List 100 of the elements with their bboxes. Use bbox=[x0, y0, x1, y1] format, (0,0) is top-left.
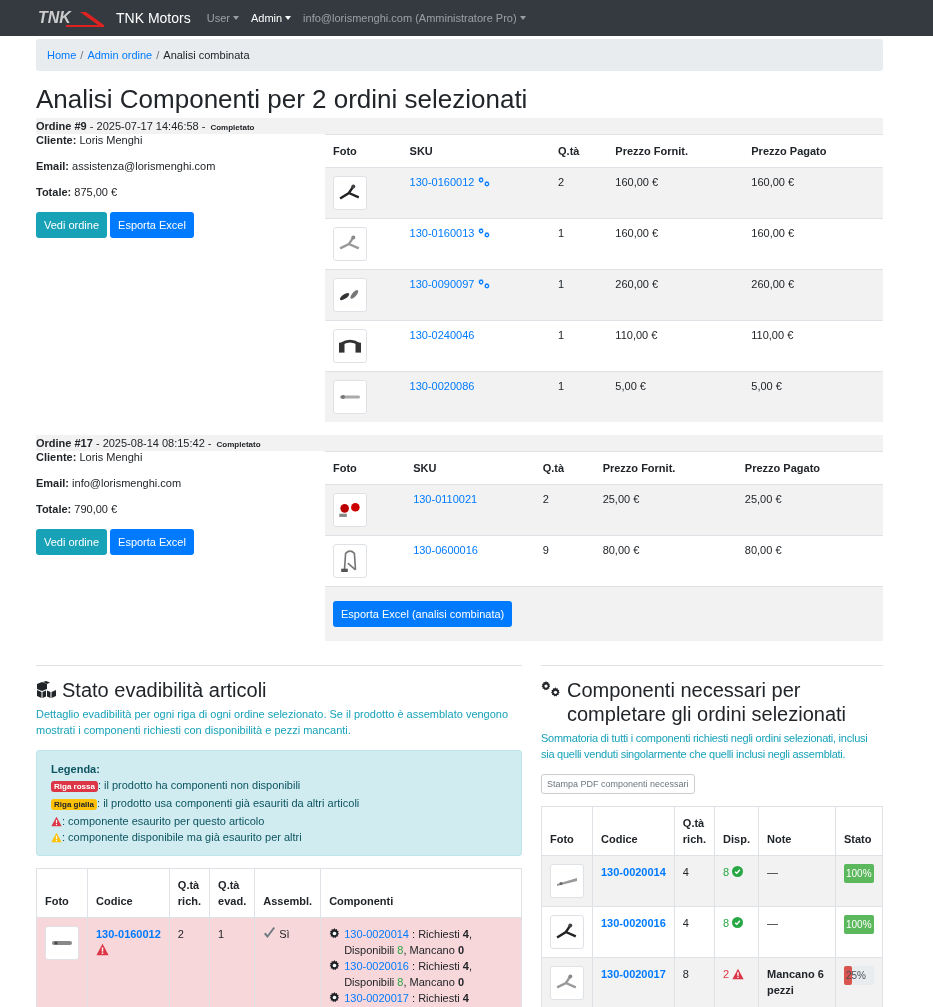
table-cell: Sì bbox=[279, 928, 290, 940]
component-link[interactable]: 130-0020016 bbox=[344, 960, 409, 972]
print-pdf-button[interactable]: Stampa PDF componenti necessari bbox=[541, 774, 695, 794]
brand-name[interactable]: TNK Motors bbox=[116, 10, 191, 26]
component-code-link[interactable]: 130-0020016 bbox=[601, 917, 666, 929]
table-cell: 80,00 € bbox=[602, 544, 640, 556]
order-field: Cliente: Loris Menghi bbox=[36, 134, 325, 147]
legend-badge: Riga rossa bbox=[51, 781, 98, 792]
table-cell: 4 bbox=[682, 866, 689, 878]
column-header: Disp. bbox=[714, 806, 759, 856]
breadcrumb-link[interactable]: Admin ordine bbox=[87, 49, 153, 61]
column-header: Codice bbox=[87, 868, 170, 918]
section-description: Dettaglio evadibilità per ogni riga di ogni ordine selezionato. Se il prodotto è assemblato vengono mostrati i componenti richiesti con disponibilità e pezzi mancanti. bbox=[36, 707, 510, 738]
table-cell: 160,00 € bbox=[615, 176, 659, 188]
view-order-button[interactable]: Vedi ordine bbox=[36, 212, 108, 238]
warning-icon bbox=[732, 968, 745, 980]
export-button[interactable]: Esporta Excel bbox=[110, 529, 194, 555]
component-detail: 130-0020016 : Richiesti 4, Disponibili 8, Mancano 0 bbox=[344, 959, 473, 990]
table-cell: 25,00 € bbox=[744, 493, 782, 505]
table-cell: 9 bbox=[542, 544, 549, 556]
sku-link[interactable]: 130-0160012 bbox=[409, 176, 475, 188]
component-code-link[interactable]: 130-0020017 bbox=[601, 968, 666, 980]
nav-menu[interactable]: Admin bbox=[250, 12, 292, 24]
column-header: Foto bbox=[325, 134, 402, 168]
note-text: — bbox=[767, 866, 778, 878]
column-header: Prezzo Pagato bbox=[736, 451, 883, 485]
table-cell: 110,00 € bbox=[751, 329, 794, 341]
column-header: SKU bbox=[401, 134, 551, 168]
column-header: Foto bbox=[541, 806, 593, 856]
component-link[interactable]: 130-0020017 bbox=[344, 992, 409, 1004]
order-header: Ordine #17 - 2025-08-14 08:15:42 - Completato bbox=[36, 435, 883, 451]
column-header: Q.tà bbox=[534, 451, 595, 485]
legend-title: Legenda: bbox=[51, 762, 101, 777]
available-count: 8 bbox=[723, 866, 730, 878]
component-code-link[interactable]: 130-0020014 bbox=[601, 866, 666, 878]
combined-export-button[interactable]: Esporta Excel (analisi combinata) bbox=[333, 601, 513, 627]
table-cell: 260,00 € bbox=[751, 278, 795, 290]
section-title: Stato evadibilità articoli bbox=[62, 678, 267, 702]
component-link[interactable]: 130-0020014 bbox=[344, 928, 409, 940]
table-cell: 160,00 € bbox=[751, 176, 795, 188]
page-title: Analisi Componenti per 2 ordini selezionati bbox=[36, 83, 529, 115]
legend-badge: Riga gialla bbox=[51, 799, 97, 810]
sku-link[interactable]: 130-0600016 bbox=[413, 544, 478, 556]
column-header: Q.tà rich. bbox=[169, 868, 210, 918]
note-text: — bbox=[767, 917, 778, 929]
progress-label: 100% bbox=[846, 918, 872, 931]
sku-link[interactable]: 130-0240046 bbox=[409, 329, 475, 341]
gear-icon bbox=[329, 992, 341, 1003]
table-cell: 80,00 € bbox=[744, 544, 782, 556]
sku-link[interactable]: 130-0160013 bbox=[409, 227, 475, 239]
table-cell: 160,00 € bbox=[615, 227, 659, 239]
column-header: Foto bbox=[325, 451, 406, 485]
table-cell: 260,00 € bbox=[615, 278, 659, 290]
section-description: Sommatoria di tutti i componenti richiesti negli ordini selezionati, inclusi sia quelli venduti singolarmente che quelli inclusi negli assemblati. bbox=[541, 731, 869, 762]
logo[interactable]: TNK bbox=[36, 8, 104, 28]
table-cell: 1 bbox=[218, 928, 225, 940]
table-cell: 1 bbox=[558, 380, 565, 392]
warning-icon bbox=[51, 816, 62, 827]
legend-text: : il prodotto ha componenti non disponibili bbox=[97, 779, 301, 791]
legend-text: : componente esaurito per questo articolo bbox=[62, 815, 265, 827]
column-header: Note bbox=[758, 806, 836, 856]
table-cell: 1 bbox=[558, 227, 565, 239]
column-header: Componenti bbox=[320, 868, 522, 918]
table-cell: 8 bbox=[682, 968, 689, 980]
column-header: Foto bbox=[36, 868, 88, 918]
view-order-button[interactable]: Vedi ordine bbox=[36, 529, 108, 555]
progress-label: 100% bbox=[846, 867, 872, 880]
order-field: Totale: 790,00 € bbox=[36, 503, 325, 516]
table-cell: 1 bbox=[558, 278, 565, 290]
order-field: Totale: 875,00 € bbox=[36, 186, 325, 199]
breadcrumb-current: Analisi combinata bbox=[163, 49, 250, 61]
table-cell: 5,00 € bbox=[751, 380, 782, 392]
gear-icon bbox=[329, 928, 341, 939]
export-button[interactable]: Esporta Excel bbox=[110, 212, 194, 238]
order-field: Cliente: Loris Menghi bbox=[36, 451, 325, 464]
table-cell: 2 bbox=[558, 176, 565, 188]
nav-menu[interactable]: User bbox=[206, 12, 239, 24]
breadcrumb-separator: / bbox=[156, 49, 160, 61]
sku-link[interactable]: 130-0020086 bbox=[409, 380, 475, 392]
table-cell: 110,00 € bbox=[615, 329, 658, 341]
sku-link[interactable]: 130-0090097 bbox=[409, 278, 475, 290]
legend-text: : componente disponibile ma già esaurito per altri bbox=[62, 831, 302, 843]
table-cell: 1 bbox=[558, 329, 565, 341]
column-header: Q.tà rich. bbox=[674, 806, 715, 856]
breadcrumb-link[interactable]: Home bbox=[47, 49, 77, 61]
note-text: Mancano 6 pezzi bbox=[767, 968, 824, 996]
column-header: Prezzo Pagato bbox=[743, 134, 883, 168]
sku-link[interactable]: 130-0110021 bbox=[413, 493, 478, 505]
table-cell: 160,00 € bbox=[751, 227, 795, 239]
order-header: Ordine #9 - 2025-07-17 14:46:58 - Completato bbox=[36, 118, 883, 134]
component-detail: 130-0020014 : Richiesti 4, Disponibili 8, Mancano 0 bbox=[344, 927, 473, 958]
gears-icon bbox=[541, 681, 562, 698]
column-header: Prezzo Fornit. bbox=[594, 451, 737, 485]
column-header: Codice bbox=[592, 806, 675, 856]
table-cell: 5,00 € bbox=[615, 380, 646, 392]
product-code-link[interactable]: 130-0160012 bbox=[96, 928, 161, 940]
column-header: SKU bbox=[405, 451, 535, 485]
legend-text: : il prodotto usa componenti già esauriti da altri articoli bbox=[97, 797, 360, 809]
nav-menu[interactable]: info@lorismenghi.com (Amministratore Pro) bbox=[303, 12, 526, 24]
column-header: Q.tà bbox=[550, 134, 608, 168]
